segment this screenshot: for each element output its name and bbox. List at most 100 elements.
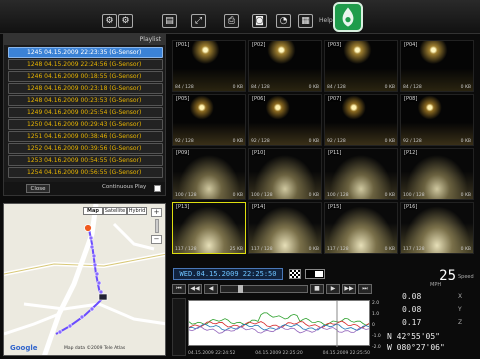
telemetry-panel: 25 Speed MPH 0.08 X 0.08 Y 0.17 Z N 42°5… bbox=[386, 266, 478, 356]
single-view-toggle[interactable] bbox=[305, 269, 325, 279]
playlist-item[interactable]: 1252 04.16.2009 00:39:56 (G-Sensor) bbox=[8, 143, 163, 154]
car-marker-icon[interactable] bbox=[98, 293, 108, 301]
video-frame[interactable]: [P16] 117 / 128 0 KB bbox=[400, 202, 474, 254]
continuous-play-checkbox[interactable] bbox=[154, 185, 161, 192]
map-canvas[interactable] bbox=[4, 204, 166, 356]
frame-index: 84 / 128 bbox=[403, 85, 422, 90]
frame-index: 100 / 128 bbox=[403, 193, 425, 198]
grid-view-icon[interactable] bbox=[289, 269, 301, 279]
video-frame-image bbox=[401, 203, 473, 253]
playlist-item[interactable]: 1248 04.16.2009 00:23:53 (G-Sensor) bbox=[8, 95, 163, 106]
playback-controls: ⏮ ◀◀ ◀ ■ ▶ ▶▶ ⏭ bbox=[172, 283, 372, 295]
video-frame-image bbox=[173, 41, 245, 91]
map-type-map[interactable]: Map bbox=[83, 207, 103, 215]
frame-tag: [P12] bbox=[403, 150, 419, 156]
stop-button[interactable]: ■ bbox=[310, 284, 324, 294]
playback-slider-knob[interactable] bbox=[238, 285, 244, 293]
video-frame[interactable]: [P08] 92 / 128 0 KB bbox=[400, 94, 474, 146]
last-frame-button[interactable]: ⏭ bbox=[358, 284, 372, 294]
prev-button[interactable]: ◀ bbox=[204, 284, 218, 294]
map-type-satellite[interactable]: Satellite bbox=[103, 207, 127, 215]
frame-size: 0 KB bbox=[308, 85, 319, 90]
first-frame-button[interactable]: ⏮ bbox=[172, 284, 186, 294]
play-button[interactable]: ▶ bbox=[326, 284, 340, 294]
video-frame[interactable]: [P05] 92 / 128 0 KB bbox=[172, 94, 246, 146]
frame-tag: [P02] bbox=[251, 42, 267, 48]
frame-footer: 84 / 128 0 KB bbox=[175, 85, 243, 90]
help-label[interactable]: Help bbox=[319, 17, 333, 24]
video-frame[interactable]: [P12] 100 / 128 0 KB bbox=[400, 148, 474, 200]
video-frame[interactable]: [P01] 84 / 128 0 KB bbox=[172, 40, 246, 92]
playlist-item[interactable]: 1246 04.16.2009 00:18:55 (G-Sensor) bbox=[8, 71, 163, 82]
video-frame[interactable]: [P04] 84 / 128 0 KB bbox=[400, 40, 474, 92]
playlist-item[interactable]: 1248 04.15.2009 22:24:56 (G-Sensor) bbox=[8, 59, 163, 70]
continuous-play-label: Continuous Play bbox=[102, 184, 147, 190]
graph-time-tick: 04.15.2009 22:25:20 bbox=[255, 351, 303, 356]
frame-tag: [P05] bbox=[175, 96, 191, 102]
graph-axis-tick: 1.0 bbox=[372, 312, 380, 317]
playlist-item[interactable]: 1253 04.16.2009 00:54:55 (G-Sensor) bbox=[8, 155, 163, 166]
zoom-slider[interactable] bbox=[155, 219, 159, 233]
video-frame[interactable]: [P15] 117 / 128 0 KB bbox=[324, 202, 398, 254]
settings-icon[interactable]: ⚙ bbox=[118, 14, 133, 28]
forward-button[interactable]: ▶▶ bbox=[342, 284, 356, 294]
zoom-control: + − bbox=[151, 208, 163, 258]
map-panel[interactable]: Map Satellite Hybrid + − Google Map data… bbox=[3, 203, 166, 356]
frame-tag: [P15] bbox=[327, 204, 343, 210]
video-frame[interactable]: [P02] 84 / 128 0 KB bbox=[248, 40, 322, 92]
video-frame-image bbox=[173, 203, 245, 253]
save-icon[interactable]: ▤ bbox=[162, 14, 177, 28]
frame-tag: [P07] bbox=[327, 96, 343, 102]
playlist-item[interactable]: 1254 04.16.2009 00:56:55 (G-Sensor) bbox=[8, 167, 163, 178]
frame-size: 0 KB bbox=[232, 85, 243, 90]
video-frame[interactable]: [P11] 100 / 128 0 KB bbox=[324, 148, 398, 200]
video-frame[interactable]: [P06] 92 / 128 0 KB bbox=[248, 94, 322, 146]
playlist-item[interactable]: 1248 04.16.2009 00:23:18 (G-Sensor) bbox=[8, 83, 163, 94]
zoom-in-button[interactable]: + bbox=[151, 208, 162, 217]
map-type-hybrid[interactable]: Hybrid bbox=[127, 207, 147, 215]
graph-axis-labels: 2.0 1.0 0 -1.0 -2.0 bbox=[372, 298, 381, 353]
frame-index: 92 / 128 bbox=[251, 139, 270, 144]
speed-icon[interactable]: ◔ bbox=[276, 14, 291, 28]
gsensor-plot bbox=[188, 301, 370, 347]
frame-size: 25 KB bbox=[229, 247, 243, 252]
print-icon[interactable]: ⎙ bbox=[224, 14, 239, 28]
video-frame[interactable]: [P07] 92 / 128 0 KB bbox=[324, 94, 398, 146]
video-frame[interactable]: [P13] 117 / 128 25 KB bbox=[172, 202, 246, 254]
playlist-item[interactable]: 1251 04.16.2009 00:38:46 (G-Sensor) bbox=[8, 131, 163, 142]
zoom-icon[interactable]: ⤢ bbox=[191, 14, 206, 28]
playlist-item[interactable]: 1250 04.16.2009 00:29:43 (G-Sensor) bbox=[8, 119, 163, 130]
frame-tag: [P14] bbox=[251, 204, 267, 210]
playlist-item[interactable]: 1245 04.15.2009 22:23:35 (G-Sensor) bbox=[8, 47, 163, 58]
start-marker-icon[interactable] bbox=[84, 224, 92, 232]
toolbar: ⚙ ⚙ ▤ ⤢ ⎙ ◙ ◔ ▦ Help bbox=[0, 0, 480, 34]
frame-index: 84 / 128 bbox=[251, 85, 270, 90]
frame-footer: 117 / 128 0 KB bbox=[327, 247, 395, 252]
frame-footer: 92 / 128 0 KB bbox=[175, 139, 243, 144]
snapshot-icon[interactable]: ◙ bbox=[252, 14, 267, 28]
zoom-out-button[interactable]: − bbox=[151, 235, 162, 244]
gsensor-y-value: 0.08 bbox=[402, 305, 422, 314]
frame-footer: 92 / 128 0 KB bbox=[251, 139, 319, 144]
frame-tag: [P04] bbox=[403, 42, 419, 48]
video-frame[interactable]: [P09] 100 / 128 0 KB bbox=[172, 148, 246, 200]
frame-footer: 100 / 128 0 KB bbox=[327, 193, 395, 198]
gear-icon[interactable]: ⚙ bbox=[102, 14, 117, 28]
close-button[interactable]: Close bbox=[26, 184, 50, 193]
frame-index: 117 / 128 bbox=[251, 247, 273, 252]
gsensor-graph[interactable] bbox=[188, 300, 370, 347]
rewind-button[interactable]: ◀◀ bbox=[188, 284, 202, 294]
frame-size: 0 KB bbox=[460, 247, 471, 252]
speed-label: Speed bbox=[458, 274, 474, 280]
frame-tag: [P09] bbox=[175, 150, 191, 156]
playlist-item[interactable]: 1249 04.16.2009 00:25:54 (G-Sensor) bbox=[8, 107, 163, 118]
video-frame[interactable]: [P10] 100 / 128 0 KB bbox=[248, 148, 322, 200]
frame-size: 0 KB bbox=[308, 139, 319, 144]
video-frame[interactable]: [P03] 84 / 128 0 KB bbox=[324, 40, 398, 92]
video-frame[interactable]: [P14] 117 / 128 0 KB bbox=[248, 202, 322, 254]
frame-index: 100 / 128 bbox=[251, 193, 273, 198]
playback-slider[interactable] bbox=[220, 285, 308, 293]
map-icon[interactable]: ▦ bbox=[298, 14, 313, 28]
frame-footer: 117 / 128 0 KB bbox=[403, 247, 471, 252]
frame-footer: 92 / 128 0 KB bbox=[327, 139, 395, 144]
